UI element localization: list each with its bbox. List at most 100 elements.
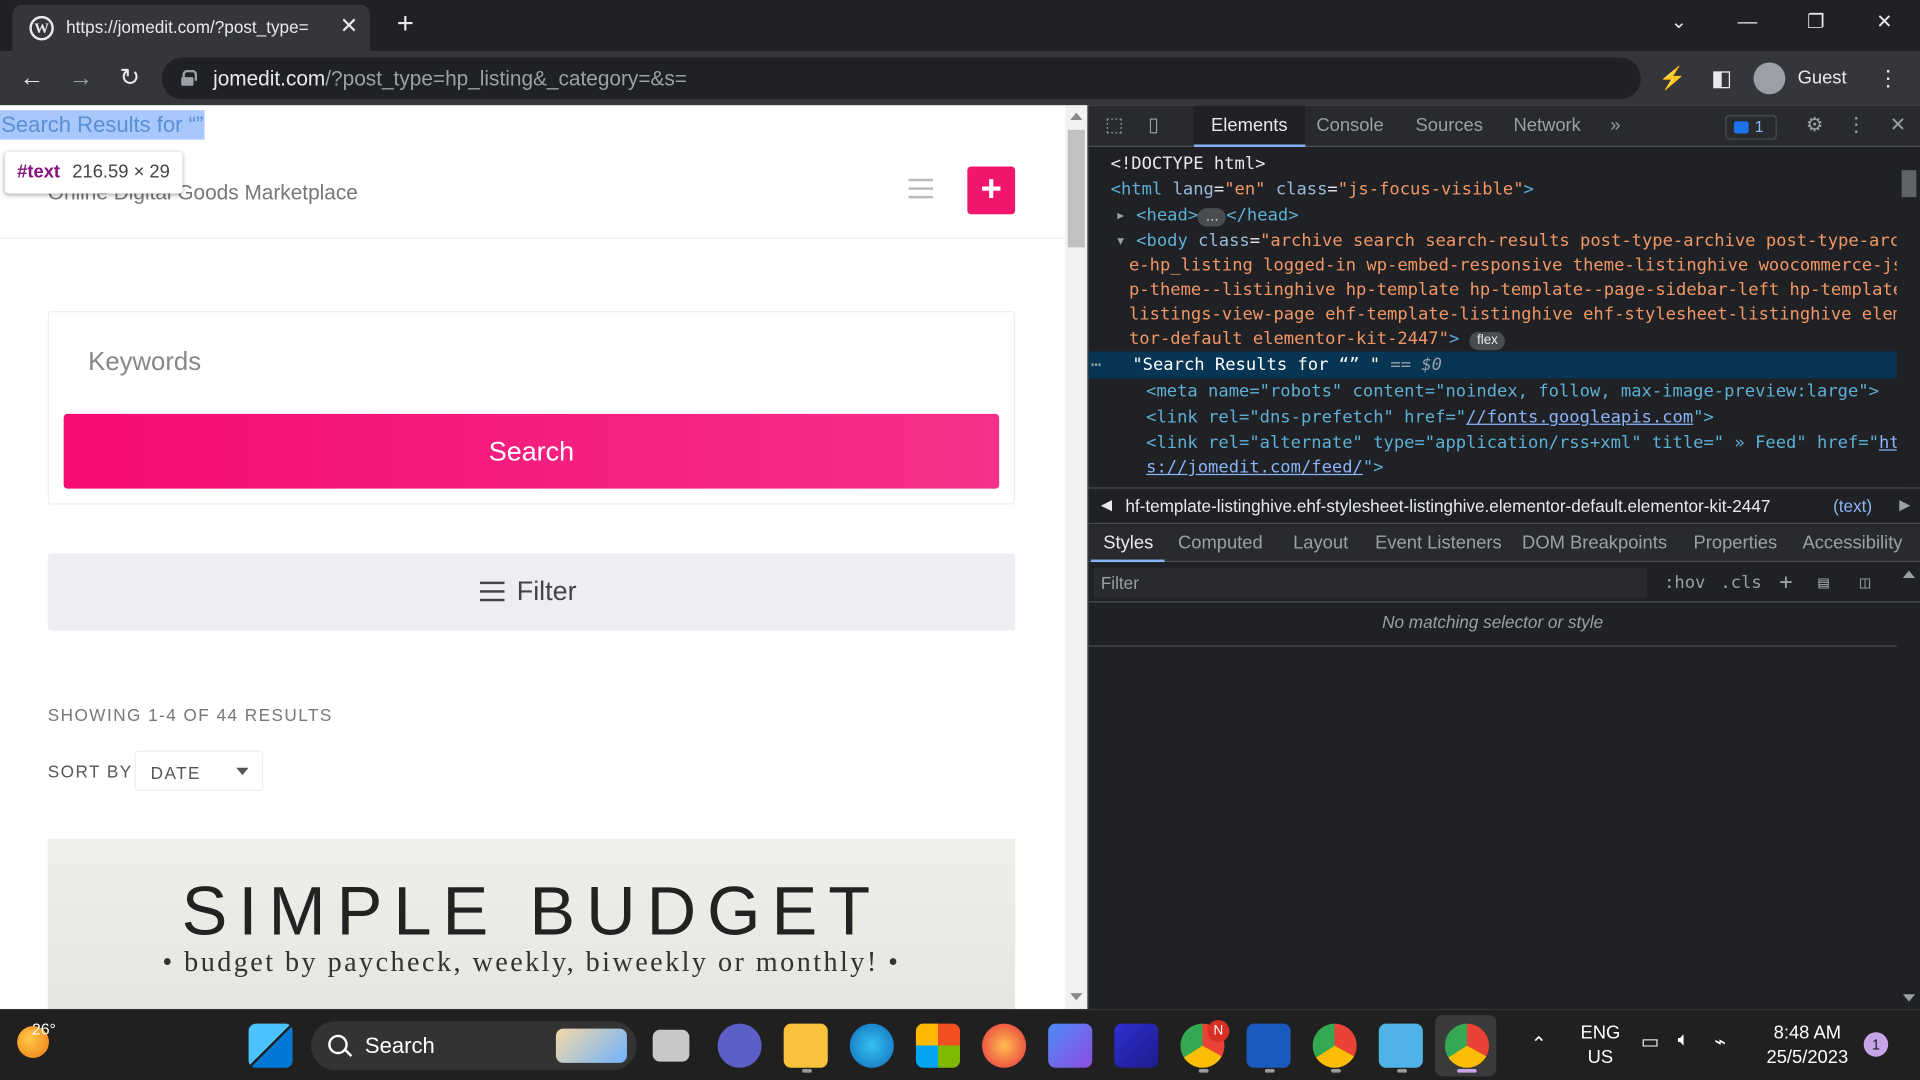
chevron-up-icon[interactable]: ⌃ [1531, 1032, 1547, 1056]
styles-filter-input[interactable] [1093, 568, 1647, 598]
collapse-triangle-icon[interactable]: ▾ [1116, 231, 1126, 251]
issues-badge[interactable]: 1 [1725, 115, 1777, 140]
hamburger-menu-icon[interactable] [908, 178, 934, 199]
inspect-element-icon[interactable]: ⬚ [1101, 113, 1128, 140]
cls-toggle[interactable]: .cls [1720, 571, 1761, 595]
address-bar[interactable]: jomedit.com/?post_type=hp_listing&_categ… [161, 57, 1641, 100]
collapsed-badge[interactable]: … [1198, 208, 1227, 227]
kebab-menu-icon[interactable]: ⋮ [1871, 61, 1905, 95]
href-link[interactable]: //fonts.googleapis.com [1466, 408, 1693, 428]
sort-value: DATE [150, 762, 201, 783]
body-line[interactable]: ▾ <body class="archive search search-res… [1116, 229, 1920, 253]
more-tabs-icon[interactable]: » [1593, 105, 1638, 147]
notepad-icon[interactable] [1378, 1023, 1423, 1068]
tab-layout[interactable]: Layout [1293, 525, 1348, 562]
copilot-icon[interactable] [1048, 1023, 1093, 1068]
firefox-icon[interactable] [982, 1023, 1027, 1068]
new-tab-button[interactable]: + [389, 9, 421, 42]
tab-search-chevron-icon[interactable]: ⌄ [1660, 7, 1697, 39]
battery-icon[interactable]: ⌁ [1714, 1030, 1726, 1054]
breadcrumb-text[interactable]: hf-template-listinghive.ehf-stylesheet-l… [1125, 496, 1770, 516]
file-explorer-icon[interactable] [783, 1023, 828, 1068]
volume-icon[interactable]: 🔈︎ [1678, 1030, 1690, 1052]
dom-scrollbar-thumb[interactable] [1901, 170, 1917, 198]
close-tab-icon[interactable]: ✕ [336, 12, 363, 39]
styles-scroll-down-icon[interactable] [1902, 994, 1916, 1002]
page-scrollbar-thumb[interactable] [1067, 129, 1085, 248]
add-listing-button[interactable]: + [967, 166, 1016, 215]
chrome-active-icon[interactable] [1444, 1023, 1489, 1068]
expand-triangle-icon[interactable]: ▸ [1116, 206, 1126, 226]
ellipsis-icon[interactable]: ⋯ [1091, 355, 1101, 375]
device-toolbar-icon[interactable]: ▯ [1140, 113, 1167, 140]
taskbar-search-box[interactable]: Search [311, 1021, 637, 1071]
page-scrollbar[interactable] [1065, 105, 1088, 1009]
performance-icon[interactable]: ⚡ [1656, 61, 1690, 95]
filter-button[interactable]: Filter [47, 553, 1016, 631]
meta-line[interactable]: <meta name="robots" content="noindex, fo… [1146, 380, 1879, 404]
close-window-icon[interactable]: ✕ [1866, 7, 1903, 39]
tab-console[interactable]: Console [1299, 105, 1401, 147]
tab-computed[interactable]: Computed [1178, 525, 1263, 562]
styles-scrollbar[interactable] [1897, 563, 1920, 1009]
html-line[interactable]: <html lang="en" class="js-focus-visible"… [1111, 178, 1534, 202]
minimize-icon[interactable]: — [1729, 7, 1766, 39]
listing-image[interactable]: SIMPLE BUDGET • budget by paycheck, week… [47, 838, 1016, 1009]
breadcrumb-left-arrow-icon[interactable]: ◀ [1101, 496, 1112, 513]
doctype-line[interactable]: <!DOCTYPE html> [1111, 152, 1266, 176]
hov-toggle[interactable]: :hov [1664, 571, 1705, 595]
head-line[interactable]: ▸ <head>… </head> [1116, 203, 1299, 227]
selected-text-node[interactable]: ⋯ "Search Results for “” " == $0 [1091, 353, 1442, 377]
paint-roller-icon[interactable]: ▤ [1818, 571, 1828, 595]
scroll-up-arrow-icon[interactable] [1070, 112, 1083, 121]
dom-scrollbar[interactable] [1896, 148, 1920, 487]
reload-icon[interactable]: ↻ [113, 61, 147, 95]
new-style-rule-icon[interactable]: + [1779, 570, 1792, 595]
link-feed-line-cont[interactable]: s://jomedit.com/feed/"> [1146, 456, 1383, 480]
windows-taskbar: 26° Search N ⌃ ENG US ▭ 🔈︎ ⌁ 8:48 AM 25/… [0, 1008, 1920, 1080]
scroll-down-arrow-icon[interactable] [1070, 993, 1083, 1001]
search-button[interactable]: Search [63, 413, 1000, 489]
tab-network[interactable]: Network [1496, 105, 1598, 147]
breadcrumb-current[interactable]: (text) [1833, 496, 1872, 516]
breadcrumb-right-arrow-icon[interactable]: ▶ [1899, 496, 1910, 513]
teams-chat-icon[interactable] [717, 1023, 762, 1068]
side-panel-icon[interactable]: ◧ [1705, 61, 1739, 95]
styles-scroll-up-icon[interactable] [1902, 570, 1916, 578]
link-dns-line[interactable]: <link rel="dns-prefetch" href="//fonts.g… [1146, 405, 1714, 429]
language-top[interactable]: ENG [1580, 1022, 1622, 1043]
windows-start-icon[interactable] [248, 1023, 293, 1068]
tab-properties[interactable]: Properties [1693, 525, 1777, 562]
forward-arrow-icon[interactable]: → [64, 61, 98, 95]
flex-badge[interactable]: flex [1469, 331, 1506, 351]
tab-accessibility[interactable]: Accessibility [1802, 525, 1902, 562]
sort-select[interactable]: DATE [134, 750, 264, 792]
tab-sources[interactable]: Sources [1398, 105, 1500, 147]
restore-icon[interactable]: ❐ [1798, 7, 1835, 39]
toggle-sidebar-icon[interactable]: ◫ [1860, 571, 1870, 595]
settings-gear-icon[interactable]: ⚙ [1801, 113, 1828, 140]
notification-badge[interactable]: 1 [1863, 1032, 1889, 1057]
language-bottom[interactable]: US [1580, 1047, 1622, 1068]
keywords-input[interactable] [63, 326, 1000, 398]
link-feed-line[interactable]: <link rel="alternate" type="application/… [1146, 431, 1920, 455]
chrome-icon[interactable] [1312, 1023, 1357, 1068]
tab-styles[interactable]: Styles [1103, 525, 1153, 562]
task-view-icon[interactable] [652, 1029, 690, 1062]
tab-dom-breakpoints[interactable]: DOM Breakpoints [1522, 525, 1667, 562]
clock-date[interactable]: 25/5/2023 [1758, 1047, 1856, 1068]
slash-app-icon[interactable] [1114, 1023, 1159, 1068]
href-link[interactable]: s://jomedit.com/feed/ [1146, 458, 1363, 478]
devtools-menu-icon[interactable]: ⋮ [1843, 113, 1870, 140]
tab-elements[interactable]: Elements [1193, 105, 1305, 147]
clock-time[interactable]: 8:48 AM [1763, 1022, 1851, 1043]
back-arrow-icon[interactable]: ← [15, 61, 49, 95]
browser-tab[interactable]: W https://jomedit.com/?post_type= ✕ [12, 4, 370, 52]
word-icon[interactable] [1246, 1023, 1291, 1068]
microsoft-store-icon[interactable] [915, 1023, 961, 1068]
network-icon[interactable]: ▭ [1641, 1030, 1660, 1054]
profile-button[interactable]: Guest [1753, 60, 1863, 97]
tab-event-listeners[interactable]: Event Listeners [1375, 525, 1502, 562]
close-devtools-icon[interactable]: ✕ [1885, 113, 1912, 140]
edge-browser-icon[interactable] [849, 1023, 894, 1068]
